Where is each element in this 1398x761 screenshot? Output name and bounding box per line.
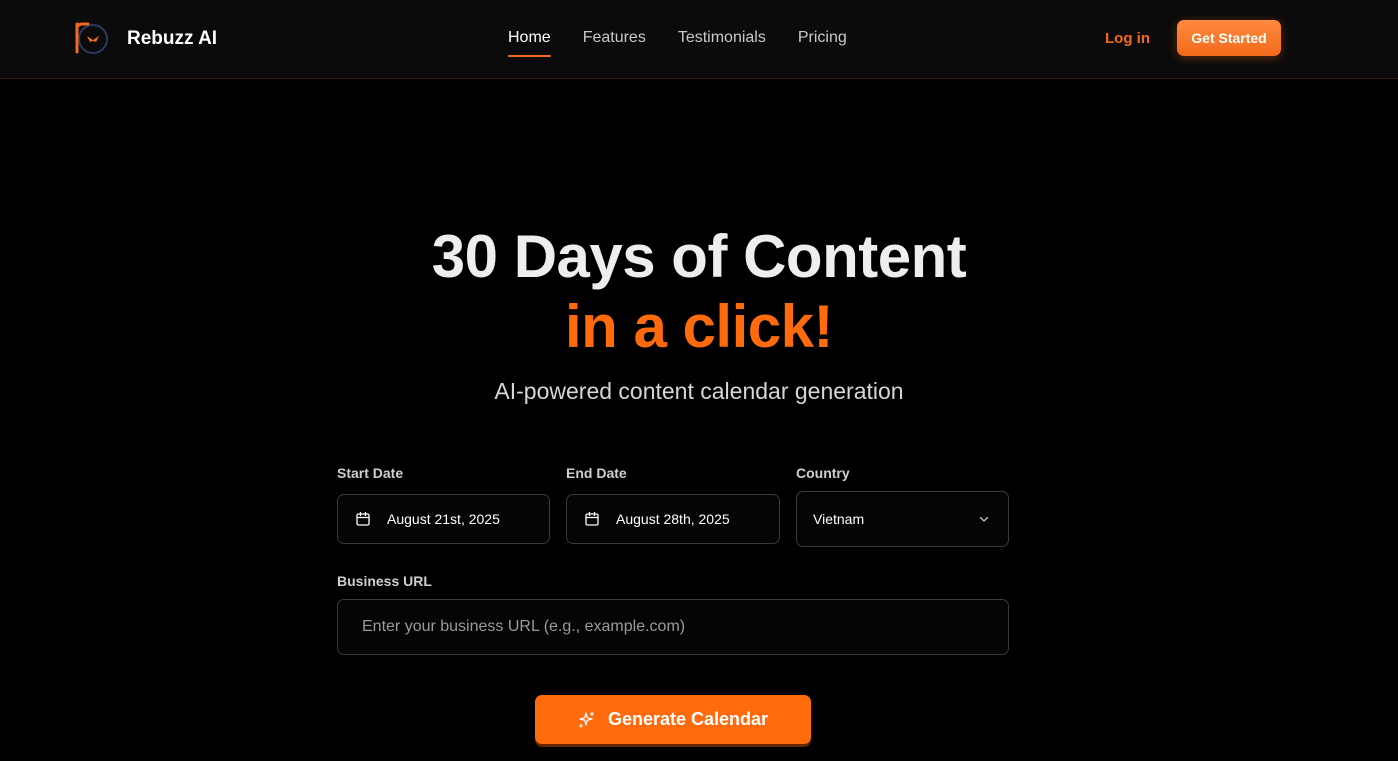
hero-title-line1: 30 Days of Content bbox=[431, 223, 967, 290]
start-date-label: Start Date bbox=[337, 465, 404, 481]
generate-calendar-button[interactable]: Generate Calendar bbox=[535, 695, 811, 744]
chevron-down-icon bbox=[979, 516, 989, 522]
hero-title-line2: in a click! bbox=[565, 293, 833, 360]
rebuzz-logo-icon[interactable] bbox=[74, 20, 110, 56]
business-url-input[interactable] bbox=[362, 600, 1008, 654]
country-value: Vietnam bbox=[813, 511, 865, 527]
get-started-button[interactable]: Get Started bbox=[1177, 20, 1281, 56]
nav-home[interactable]: Home bbox=[508, 29, 551, 57]
country-select[interactable]: Vietnam bbox=[796, 491, 1009, 547]
business-url-field[interactable] bbox=[337, 599, 1009, 655]
start-date-picker[interactable]: August 21st, 2025 bbox=[337, 494, 550, 544]
nav-features[interactable]: Features bbox=[583, 29, 646, 57]
business-url-label: Business URL bbox=[337, 573, 432, 589]
end-date-picker[interactable]: August 28th, 2025 bbox=[566, 494, 780, 544]
top-navbar: Rebuzz AI Home Features Testimonials Pri… bbox=[0, 0, 1398, 79]
login-link[interactable]: Log in bbox=[1105, 30, 1150, 47]
brand-name[interactable]: Rebuzz AI bbox=[127, 28, 217, 50]
sparkles-icon bbox=[579, 711, 595, 728]
nav-pricing[interactable]: Pricing bbox=[798, 29, 847, 57]
calendar-icon bbox=[356, 511, 370, 526]
country-label: Country bbox=[796, 465, 850, 481]
nav-testimonials[interactable]: Testimonials bbox=[678, 29, 766, 57]
generate-calendar-label: Generate Calendar bbox=[607, 709, 769, 729]
main-nav: Home Features Testimonials Pricing bbox=[508, 29, 847, 57]
calendar-icon bbox=[585, 511, 599, 526]
start-date-value: August 21st, 2025 bbox=[387, 511, 500, 527]
hero-subtitle: AI-powered content calendar generation bbox=[494, 378, 904, 404]
end-date-value: August 28th, 2025 bbox=[616, 511, 730, 527]
end-date-label: End Date bbox=[566, 465, 627, 481]
